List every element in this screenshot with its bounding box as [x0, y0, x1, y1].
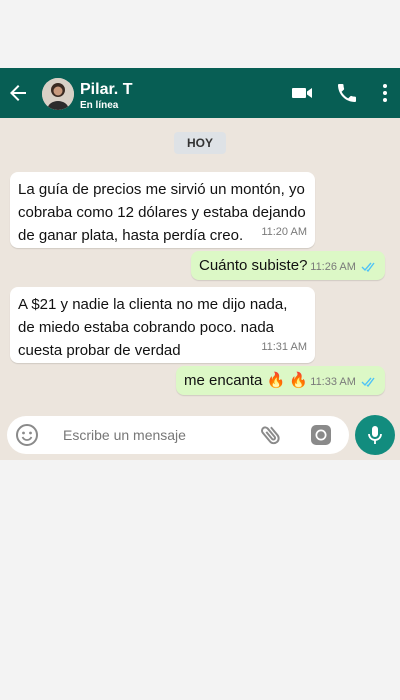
message-input[interactable]: Escribe un mensaje [63, 427, 186, 443]
message-time: 11:26 AM [310, 261, 356, 273]
mic-icon [368, 426, 382, 444]
message-incoming[interactable]: A $21 y nadie la clienta no me dijo nada… [10, 287, 315, 363]
message-time: 11:31 AM [261, 341, 307, 353]
emoji-icon[interactable] [15, 423, 39, 447]
message-outgoing[interactable]: me encanta 🔥 🔥 11:33 AM [176, 366, 385, 395]
message-text: A $21 y nadie la clienta no me dijo nada… [18, 296, 288, 359]
phone-icon[interactable] [335, 81, 359, 105]
more-options-icon[interactable] [373, 81, 397, 105]
double-check-icon [361, 262, 375, 272]
message-text: Cuánto subiste? [199, 257, 308, 274]
message-time: 11:33 AM [310, 376, 356, 388]
message-time-wrap: 11:33 AM [310, 374, 377, 391]
chat-screen: Pilar. T En línea HOY La guía de precios… [0, 68, 400, 460]
day-separator: HOY [174, 132, 226, 154]
contact-status: En línea [80, 100, 119, 111]
camera-icon[interactable] [309, 423, 333, 447]
message-incoming[interactable]: La guía de precios me sirvió un montón, … [10, 172, 315, 248]
contact-name[interactable]: Pilar. T [80, 81, 132, 99]
double-check-icon [361, 377, 375, 387]
mic-button[interactable] [355, 415, 395, 455]
attach-icon[interactable] [258, 422, 284, 448]
message-text: me encanta 🔥 🔥 [184, 372, 309, 389]
chat-header: Pilar. T En línea [0, 68, 400, 118]
message-time-wrap: 11:26 AM [310, 259, 377, 276]
back-arrow-icon[interactable] [6, 81, 30, 105]
avatar[interactable] [42, 78, 74, 110]
message-outgoing[interactable]: Cuánto subiste? 11:26 AM [191, 251, 385, 280]
message-input-bar: Escribe un mensaje [7, 416, 349, 454]
message-time: 11:20 AM [261, 226, 307, 238]
video-call-icon[interactable] [290, 81, 314, 105]
